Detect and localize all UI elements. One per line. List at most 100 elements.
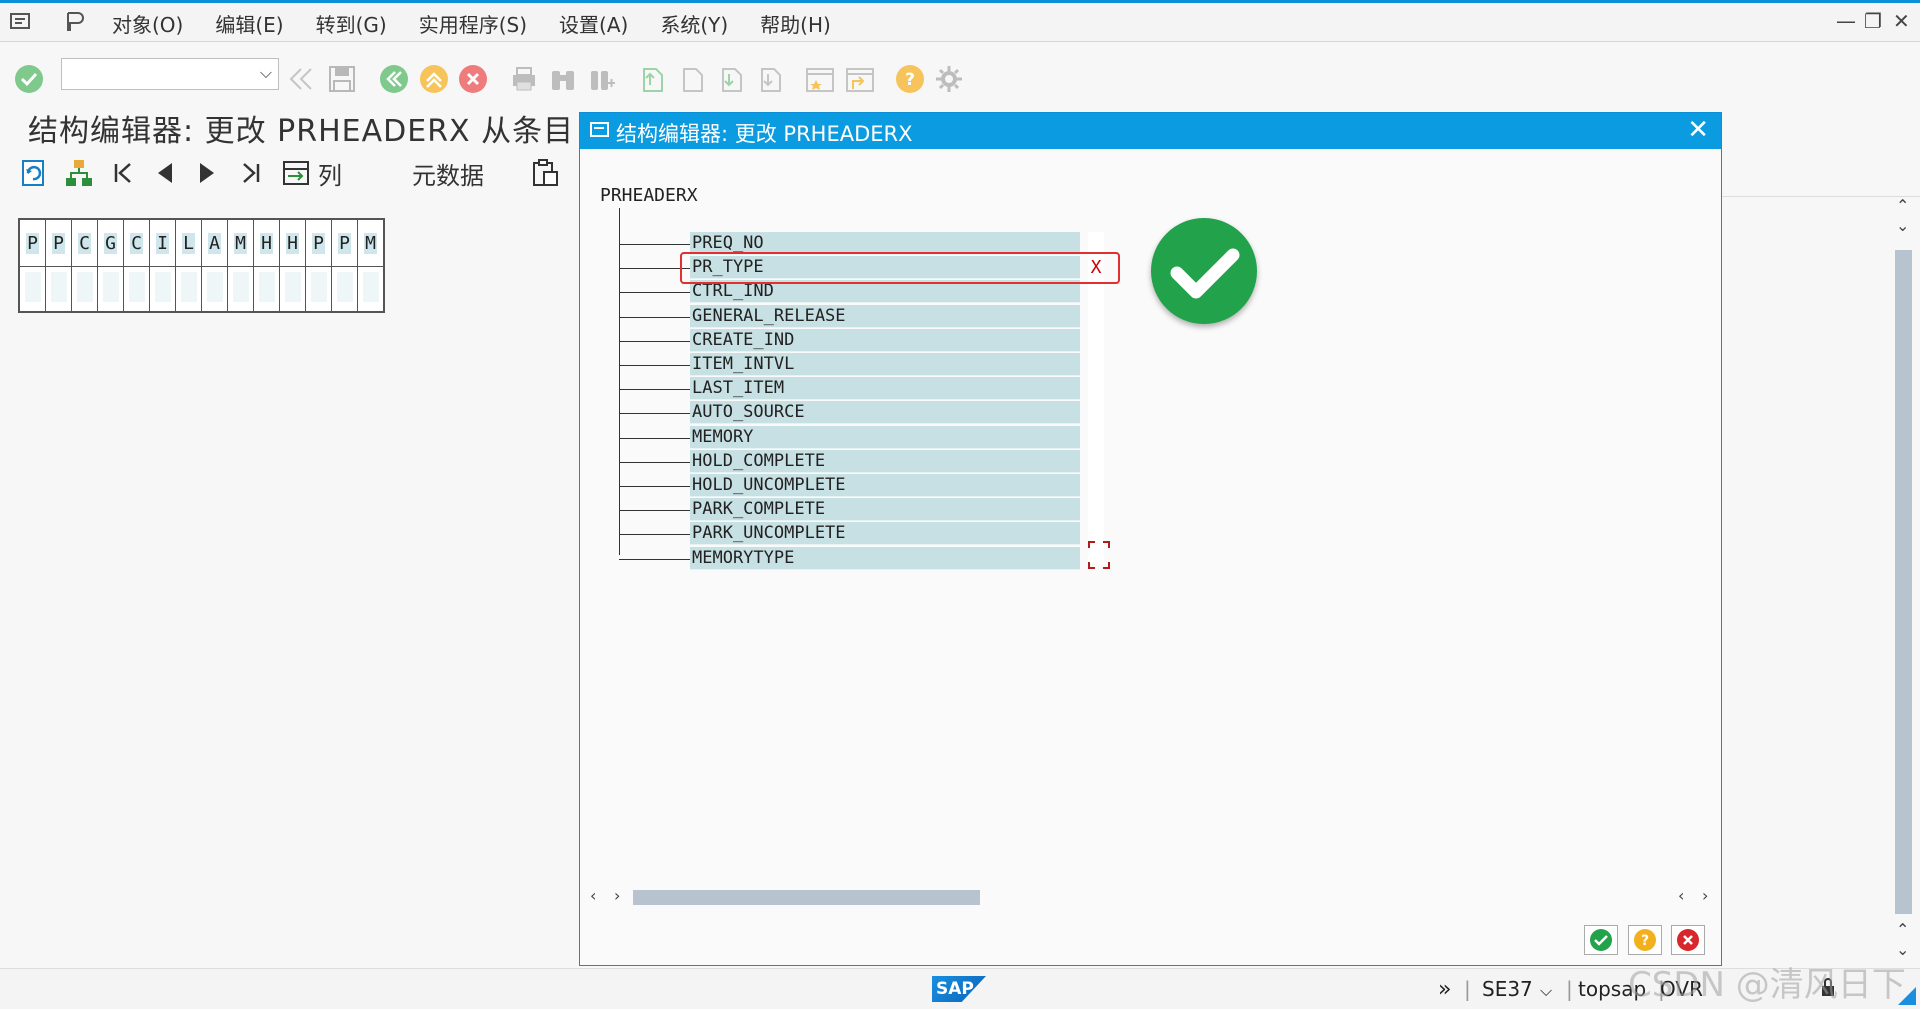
grid-cell[interactable] bbox=[123, 266, 150, 312]
save-icon[interactable] bbox=[325, 62, 359, 96]
grid-column-header[interactable]: H bbox=[279, 219, 306, 267]
previous-column-icon[interactable] bbox=[154, 156, 176, 190]
minimize-icon[interactable]: — bbox=[1836, 9, 1856, 33]
tree-field-last-item[interactable]: LAST_ITEM bbox=[690, 377, 1080, 401]
cancel-button[interactable] bbox=[1671, 925, 1705, 955]
close-icon[interactable]: ✕ bbox=[1687, 115, 1709, 145]
close-window-icon[interactable]: ✕ bbox=[1893, 9, 1910, 33]
grid-column-header[interactable]: M bbox=[357, 219, 384, 267]
tree-field-hold-uncomplete[interactable]: HOLD_UNCOMPLETE bbox=[690, 474, 1080, 497]
expand-status-icon[interactable]: » bbox=[1438, 977, 1451, 1002]
tree-field-create-ind[interactable]: CREATE_IND bbox=[690, 328, 1080, 352]
shortcut-icon[interactable] bbox=[843, 62, 877, 96]
menu-settings[interactable]: 设置(A) bbox=[559, 9, 628, 38]
cancel-icon[interactable] bbox=[456, 62, 490, 96]
grid-cell[interactable] bbox=[71, 266, 98, 312]
dialog-menu-icon[interactable] bbox=[590, 121, 610, 143]
grid-cell[interactable] bbox=[279, 266, 306, 312]
grid-column-header[interactable]: P bbox=[45, 219, 72, 267]
field-value-input[interactable] bbox=[1088, 280, 1104, 303]
find-next-icon[interactable] bbox=[585, 62, 619, 96]
tree-field-memorytype[interactable]: MEMORYTYPE bbox=[690, 546, 1080, 570]
print-icon[interactable] bbox=[507, 62, 541, 96]
last-page-icon[interactable] bbox=[753, 62, 787, 96]
grid-column-header[interactable]: P bbox=[305, 219, 332, 267]
first-column-icon[interactable] bbox=[112, 156, 134, 190]
grid-column-header[interactable]: C bbox=[71, 219, 98, 267]
scroll-up-icon[interactable]: ⌃ bbox=[1896, 920, 1909, 939]
grid-cell[interactable] bbox=[227, 266, 254, 312]
help-button[interactable]: ? bbox=[1628, 925, 1662, 955]
grid-column-header[interactable]: C bbox=[123, 219, 150, 267]
field-value-input[interactable]: X bbox=[1088, 256, 1104, 279]
columns-button[interactable]: 列 bbox=[282, 156, 342, 190]
grid-cell[interactable] bbox=[175, 266, 202, 312]
confirm-button[interactable] bbox=[1584, 925, 1618, 955]
menu-edit[interactable]: 编辑(E) bbox=[215, 9, 283, 38]
field-value-input[interactable] bbox=[1088, 329, 1104, 352]
grid-cell[interactable] bbox=[149, 266, 176, 312]
field-value-input[interactable] bbox=[1088, 474, 1104, 497]
grid-column-header[interactable]: M bbox=[227, 219, 254, 267]
back-history-icon[interactable] bbox=[285, 62, 319, 96]
field-value-input[interactable] bbox=[1088, 377, 1104, 400]
grid-column-header[interactable]: P bbox=[331, 219, 358, 267]
previous-page-icon[interactable] bbox=[675, 62, 709, 96]
menu-help[interactable]: 帮助(H) bbox=[760, 9, 831, 38]
grid-cell[interactable] bbox=[201, 266, 228, 312]
first-page-icon[interactable] bbox=[635, 62, 669, 96]
scroll-right-icon[interactable]: › bbox=[1702, 886, 1708, 905]
layout-settings-icon[interactable] bbox=[932, 62, 966, 96]
grid-column-header[interactable]: P bbox=[19, 219, 46, 267]
help-icon[interactable]: ? bbox=[893, 62, 927, 96]
refresh-icon[interactable] bbox=[20, 156, 48, 190]
scroll-thumb[interactable] bbox=[1895, 250, 1912, 914]
grid-column-header[interactable]: H bbox=[253, 219, 280, 267]
tree-field-park-complete[interactable]: PARK_COMPLETE bbox=[690, 498, 1080, 522]
menu-utilities[interactable]: 实用程序(S) bbox=[419, 9, 527, 38]
scroll-thumb[interactable] bbox=[633, 890, 980, 905]
field-value-input[interactable] bbox=[1088, 353, 1104, 376]
grid-column-header[interactable]: A bbox=[201, 219, 228, 267]
tree-field-park-uncomplete[interactable]: PARK_UNCOMPLETE bbox=[690, 522, 1080, 546]
field-value-input[interactable] bbox=[1088, 450, 1104, 473]
enter-icon[interactable] bbox=[12, 62, 46, 96]
back-icon[interactable] bbox=[377, 62, 411, 96]
exit-icon[interactable] bbox=[417, 62, 451, 96]
scroll-up-icon[interactable]: ⌃ bbox=[1896, 196, 1909, 215]
horizontal-scrollbar[interactable]: ‹ › ‹ › bbox=[586, 886, 1716, 908]
field-value-input[interactable] bbox=[1088, 498, 1104, 521]
clipboard-icon[interactable] bbox=[530, 156, 560, 190]
restore-icon[interactable]: ❐ bbox=[1864, 9, 1882, 33]
grid-cell[interactable] bbox=[19, 266, 46, 312]
tree-field-memory[interactable]: MEMORY bbox=[690, 425, 1080, 449]
last-column-icon[interactable] bbox=[240, 156, 262, 190]
field-value-input[interactable] bbox=[1088, 305, 1104, 328]
chevron-down-icon[interactable]: ⌵ bbox=[1540, 981, 1552, 1001]
grid-cell[interactable] bbox=[45, 266, 72, 312]
grid-column-header[interactable]: L bbox=[175, 219, 202, 267]
scroll-down-icon[interactable]: ⌄ bbox=[1896, 216, 1909, 235]
grid-cell[interactable] bbox=[331, 266, 358, 312]
scroll-left-icon[interactable]: ‹ bbox=[1678, 886, 1684, 905]
tree-field-item-intvl[interactable]: ITEM_INTVL bbox=[690, 353, 1080, 376]
grid-cell[interactable] bbox=[305, 266, 332, 312]
tree-field-auto-source[interactable]: AUTO_SOURCE bbox=[690, 401, 1080, 425]
grid-column-header[interactable]: I bbox=[149, 219, 176, 267]
menu-system[interactable]: 系统(Y) bbox=[660, 9, 728, 38]
vertical-scrollbar[interactable]: ⌃ ⌄ ⌃ ⌄ bbox=[1893, 196, 1915, 962]
field-value-input[interactable] bbox=[1088, 426, 1104, 449]
field-value-input[interactable] bbox=[1088, 232, 1104, 255]
scroll-right-icon[interactable]: › bbox=[614, 886, 620, 905]
tree-field-general-release[interactable]: GENERAL_RELEASE bbox=[690, 304, 1080, 328]
tree-field-hold-complete[interactable]: HOLD_COMPLETE bbox=[690, 449, 1080, 473]
grid-cell[interactable] bbox=[253, 266, 280, 312]
field-value-input[interactable] bbox=[1088, 522, 1104, 545]
menu-icon[interactable] bbox=[10, 11, 32, 35]
next-page-icon[interactable] bbox=[714, 62, 748, 96]
sap-easy-access-icon[interactable] bbox=[64, 11, 86, 37]
command-field[interactable]: ⌵ bbox=[61, 58, 279, 90]
grid-cell[interactable] bbox=[97, 266, 124, 312]
menu-object[interactable]: 对象(O) bbox=[112, 9, 183, 38]
scroll-left-icon[interactable]: ‹ bbox=[590, 886, 596, 905]
